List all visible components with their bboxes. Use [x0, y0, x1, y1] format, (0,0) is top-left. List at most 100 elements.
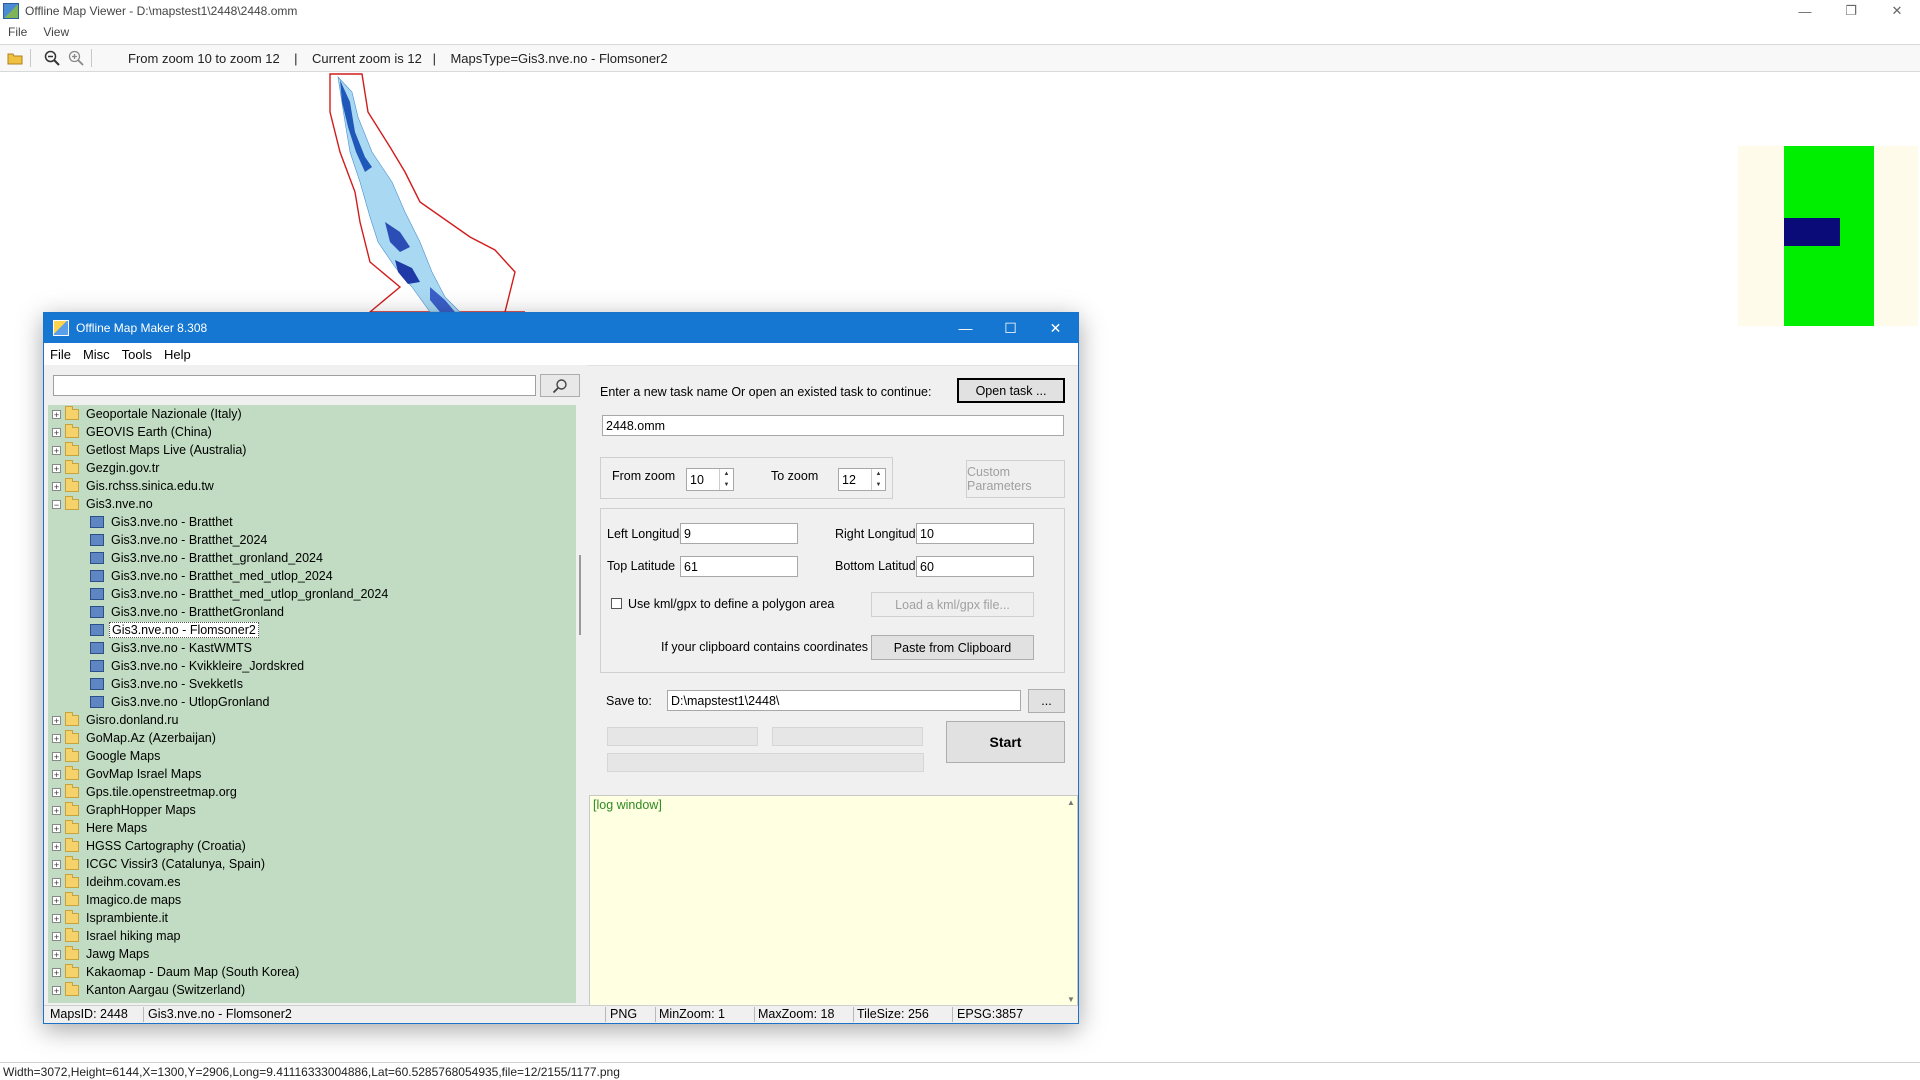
spin-up-icon[interactable]: ▲ [720, 469, 733, 480]
expand-icon[interactable]: + [52, 805, 61, 815]
tree-folder-item[interactable]: + Here Maps [48, 819, 576, 837]
load-kml-button[interactable]: Load a kml/gpx file... [871, 592, 1034, 617]
log-scrollbar[interactable]: ▲ ▼ [1065, 796, 1077, 1006]
tree-map-item[interactable]: Gis3.nve.no - Bratthet_med_utlop_gronlan… [48, 585, 576, 603]
tree-folder-item[interactable]: − Gis3.nve.no [48, 495, 576, 513]
tree-map-item[interactable]: Gis3.nve.no - SvekketIs [48, 675, 576, 693]
to-zoom-spinner[interactable]: 12 ▲ ▼ [838, 468, 886, 491]
open-folder-icon[interactable] [6, 49, 24, 67]
tree-folder-item[interactable]: + Imagico.de maps [48, 891, 576, 909]
search-input[interactable] [53, 375, 536, 396]
spin-down-icon[interactable]: ▼ [720, 480, 733, 491]
expand-icon[interactable]: + [52, 427, 61, 437]
tree-folder-item[interactable]: + Gis.rchss.sinica.edu.tw [48, 477, 576, 495]
kml-checkbox[interactable] [611, 598, 622, 609]
tree-folder-item[interactable]: + ICGC Vissir3 (Catalunya, Spain) [48, 855, 576, 873]
tree-folder-item[interactable]: + Gps.tile.openstreetmap.org [48, 783, 576, 801]
expand-icon[interactable]: + [52, 823, 61, 833]
expand-icon[interactable]: + [52, 409, 61, 419]
expand-icon[interactable]: + [52, 967, 61, 977]
tree-map-item[interactable]: Gis3.nve.no - Bratthet [48, 513, 576, 531]
paste-clipboard-button[interactable]: Paste from Clipboard [871, 635, 1034, 660]
expand-icon[interactable]: + [52, 841, 61, 851]
tree-map-item[interactable]: Gis3.nve.no - Flomsoner2 [48, 621, 576, 639]
tree-map-item[interactable]: Gis3.nve.no - Kvikkleire_Jordskred [48, 657, 576, 675]
task-name-field[interactable] [602, 415, 1064, 436]
custom-parameters-button[interactable]: Custom Parameters [966, 460, 1065, 498]
right-longitude-field[interactable] [916, 523, 1034, 544]
spin-up-icon[interactable]: ▲ [872, 469, 885, 480]
minimize-icon[interactable]: — [943, 313, 988, 343]
tree-folder-item[interactable]: + Google Maps [48, 747, 576, 765]
search-button[interactable] [540, 374, 580, 397]
bottom-latitude-field[interactable] [916, 556, 1034, 577]
spin-down-icon[interactable]: ▼ [872, 480, 885, 491]
map-source-tree[interactable]: + Geoportale Nazionale (Italy) + GEOVIS Ear… [48, 405, 576, 1003]
zoom-out-icon[interactable] [43, 49, 61, 67]
expand-icon[interactable]: + [52, 715, 61, 725]
minimize-icon[interactable]: — [1782, 0, 1828, 22]
tree-folder-item[interactable]: + Isprambiente.it [48, 909, 576, 927]
tree-map-item[interactable]: Gis3.nve.no - Bratthet_gronland_2024 [48, 549, 576, 567]
tree-folder-item[interactable]: + GoMap.Az (Azerbaijan) [48, 729, 576, 747]
overview-minimap[interactable] [1738, 146, 1918, 326]
close-icon[interactable]: ✕ [1033, 313, 1078, 343]
scroll-up-icon[interactable]: ▲ [1065, 798, 1077, 807]
tree-map-item[interactable]: Gis3.nve.no - Bratthet_2024 [48, 531, 576, 549]
tree-folder-item[interactable]: + Kanton Aargau (Switzerland) [48, 981, 576, 999]
menu-tools[interactable]: Tools [116, 347, 158, 362]
dialog-title-bar[interactable]: Offline Map Maker 8.308 — ☐ ✕ [44, 313, 1078, 343]
menu-misc[interactable]: Misc [77, 347, 116, 362]
tree-folder-item[interactable]: + Geoportale Nazionale (Italy) [48, 405, 576, 423]
tree-folder-item[interactable]: + Gisro.donland.ru [48, 711, 576, 729]
expand-icon[interactable]: + [52, 877, 61, 887]
tree-map-item[interactable]: Gis3.nve.no - Bratthet_med_utlop_2024 [48, 567, 576, 585]
expand-icon[interactable]: + [52, 481, 61, 491]
expand-icon[interactable]: + [52, 769, 61, 779]
browse-button[interactable]: ... [1028, 689, 1065, 713]
open-task-button[interactable]: Open task ... [957, 378, 1065, 403]
save-path-field[interactable] [667, 690, 1021, 711]
log-window[interactable]: [log window] ▲ ▼ [589, 795, 1078, 1007]
tree-folder-item[interactable]: + Gezgin.gov.tr [48, 459, 576, 477]
expand-icon[interactable]: + [52, 445, 61, 455]
tree-scrollbar[interactable] [576, 405, 584, 1003]
expand-icon[interactable]: + [52, 931, 61, 941]
tree-folder-item[interactable]: + Getlost Maps Live (Australia) [48, 441, 576, 459]
menu-file[interactable]: File [0, 25, 35, 39]
expand-icon[interactable]: + [52, 949, 61, 959]
tree-folder-item[interactable]: + Israel hiking map [48, 927, 576, 945]
tree-folder-item[interactable]: + Kakaomap - Daum Map (South Korea) [48, 963, 576, 981]
menu-file[interactable]: File [44, 347, 77, 362]
from-zoom-spinner[interactable]: 10 ▲ ▼ [686, 468, 734, 491]
left-longitude-field[interactable] [680, 523, 798, 544]
tree-folder-item[interactable]: + Ideihm.covam.es [48, 873, 576, 891]
restore-icon[interactable]: ❐ [1828, 0, 1874, 22]
expand-icon[interactable]: + [52, 787, 61, 797]
zoom-in-icon[interactable] [67, 49, 85, 67]
tree-folder-item[interactable]: + GovMap Israel Maps [48, 765, 576, 783]
expand-icon[interactable]: + [52, 733, 61, 743]
menu-help[interactable]: Help [158, 347, 197, 362]
expand-icon[interactable]: + [52, 913, 61, 923]
tree-folder-item[interactable]: + GraphHopper Maps [48, 801, 576, 819]
expand-icon[interactable]: + [52, 985, 61, 995]
expand-icon[interactable]: + [52, 751, 61, 761]
tree-map-item[interactable]: Gis3.nve.no - KastWMTS [48, 639, 576, 657]
top-latitude-field[interactable] [680, 556, 798, 577]
tree-map-item[interactable]: Gis3.nve.no - UtlopGronland [48, 693, 576, 711]
menu-view[interactable]: View [35, 25, 77, 39]
tree-folder-item[interactable]: + GEOVIS Earth (China) [48, 423, 576, 441]
maximize-icon[interactable]: ☐ [988, 313, 1033, 343]
collapse-icon[interactable]: − [52, 499, 61, 509]
expand-icon[interactable]: + [52, 859, 61, 869]
tree-map-item[interactable]: Gis3.nve.no - BratthetGronland [48, 603, 576, 621]
expand-icon[interactable]: + [52, 463, 61, 473]
tree-folder-item[interactable]: + Jawg Maps [48, 945, 576, 963]
close-icon[interactable]: ✕ [1874, 0, 1920, 22]
start-button[interactable]: Start [946, 721, 1065, 763]
scroll-down-icon[interactable]: ▼ [1065, 995, 1077, 1004]
tree-folder-item[interactable]: + HGSS Cartography (Croatia) [48, 837, 576, 855]
expand-icon[interactable]: + [52, 895, 61, 905]
progress-bar-2 [772, 727, 923, 746]
